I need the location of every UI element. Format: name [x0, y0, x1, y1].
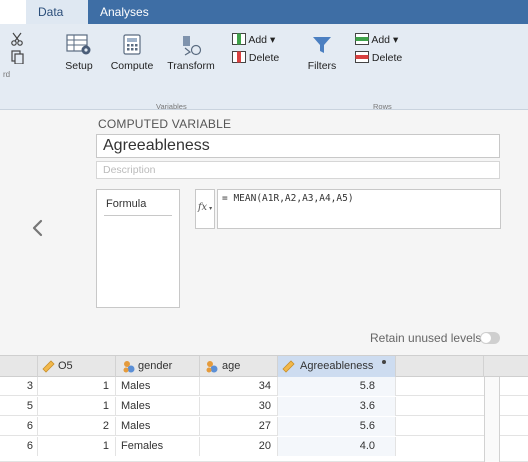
formula-input[interactable]: = MEAN(A1R,A2,A3,A4,A5) [217, 189, 501, 229]
row-index: 5 [0, 397, 38, 416]
ruler-icon [42, 360, 55, 373]
cell-age[interactable]: 20 [200, 437, 278, 456]
toggle-knob [481, 333, 491, 343]
add-row-icon [355, 33, 369, 45]
formula-side-panel: Formula [96, 189, 180, 308]
cell-o5[interactable]: 2 [38, 417, 116, 436]
back-arrow-icon[interactable] [30, 218, 44, 238]
transform-button[interactable]: Transform [164, 34, 218, 72]
tab-bar: Data Analyses [0, 0, 528, 24]
description-field[interactable]: Description [96, 161, 500, 179]
data-grid-header: O5 gender age Agreeableness [0, 355, 528, 377]
row-index: 6 [0, 417, 38, 436]
filters-label: Filters [307, 60, 337, 72]
nominal-icon [206, 361, 218, 373]
paste-icon[interactable] [10, 50, 24, 64]
cell-gender[interactable]: Males [116, 417, 200, 436]
nominal-icon [123, 361, 135, 373]
delete-row-label: Delete [371, 52, 403, 64]
filters-button[interactable]: Filters [302, 34, 342, 72]
formula-label-underline [104, 215, 172, 216]
add-variable-button[interactable]: Add ▾ [232, 33, 282, 46]
table-row: 6 1 Females 20 4.0 [0, 437, 528, 462]
vertical-scrollbar[interactable] [484, 377, 500, 462]
add-column-icon [232, 33, 246, 45]
compute-label: Compute [110, 60, 154, 72]
compute-button[interactable]: Compute [108, 34, 156, 72]
column-header-label: Agreeableness [300, 360, 374, 372]
cell-o5[interactable]: 1 [38, 397, 116, 416]
column-header-agreeableness[interactable]: Agreeableness [278, 356, 396, 377]
column-header-empty[interactable] [396, 356, 484, 377]
transform-label: Transform [167, 60, 215, 72]
calculator-icon [123, 34, 141, 55]
row-index-header [0, 356, 38, 377]
add-row-label: Add ▾ [371, 34, 399, 46]
cell-gender[interactable]: Males [116, 377, 200, 396]
cell-o5[interactable]: 1 [38, 377, 116, 396]
table-row: 5 1 Males 30 3.6 [0, 397, 528, 416]
tab-analyses[interactable]: Analyses [88, 0, 161, 24]
retain-unused-levels-label: Retain unused levels [370, 331, 482, 345]
column-header-age[interactable]: age [200, 356, 278, 377]
function-button[interactable]: fx ▾ [195, 189, 215, 229]
data-toolbar: rd Setup Compute Transform Variables Add… [0, 24, 528, 111]
formula-label: Formula [106, 198, 147, 210]
jamovi-window: Data Analyses rd Setup Compute Transform… [0, 0, 528, 462]
setup-button[interactable]: Setup [58, 34, 100, 72]
computed-indicator-icon [382, 360, 386, 364]
column-header-label: age [222, 360, 241, 372]
cell-o5[interactable]: 1 [38, 437, 116, 456]
delete-variable-button[interactable]: Delete [232, 51, 282, 64]
transform-icon [183, 36, 202, 56]
column-header-label: gender [138, 360, 173, 372]
add-row-button[interactable]: Add ▾ [355, 33, 405, 46]
setup-icon [66, 34, 91, 55]
cell-age[interactable]: 27 [200, 417, 278, 436]
table-row: 6 2 Males 27 5.6 [0, 417, 528, 436]
fx-icon: fx [197, 202, 208, 213]
row-index: 3 [0, 377, 38, 396]
scissors-icon[interactable] [10, 32, 24, 46]
column-header-gender[interactable]: gender [116, 356, 200, 377]
ruler-icon [282, 360, 295, 373]
cell-agreeableness[interactable]: 3.6 [278, 397, 396, 416]
delete-variable-label: Delete [248, 52, 280, 64]
table-row: 3 1 Males 34 5.8 [0, 377, 528, 396]
cell-gender[interactable]: Males [116, 397, 200, 416]
cell-age[interactable]: 34 [200, 377, 278, 396]
cell-agreeableness[interactable]: 5.6 [278, 417, 396, 436]
cell-gender[interactable]: Females [116, 437, 200, 456]
delete-row-icon [355, 51, 369, 63]
computed-variable-heading: COMPUTED VARIABLE [98, 117, 232, 131]
delete-row-button[interactable]: Delete [355, 51, 405, 64]
clipboard-group-label: rd [3, 70, 11, 79]
setup-label: Setup [65, 60, 93, 72]
row-index: 6 [0, 437, 38, 456]
cell-agreeableness[interactable]: 5.8 [278, 377, 396, 396]
delete-column-icon [232, 51, 246, 63]
cell-age[interactable]: 30 [200, 397, 278, 416]
add-variable-label: Add ▾ [248, 34, 276, 46]
chevron-down-icon: ▾ [207, 205, 213, 212]
retain-unused-levels-toggle[interactable] [480, 332, 500, 344]
variable-name-field[interactable]: Agreeableness [96, 134, 500, 158]
column-header-label: O5 [58, 360, 73, 372]
filter-icon [313, 37, 331, 53]
column-header-o5[interactable]: O5 [38, 356, 116, 377]
cell-agreeableness[interactable]: 4.0 [278, 437, 396, 456]
tab-data[interactable]: Data [26, 0, 88, 24]
